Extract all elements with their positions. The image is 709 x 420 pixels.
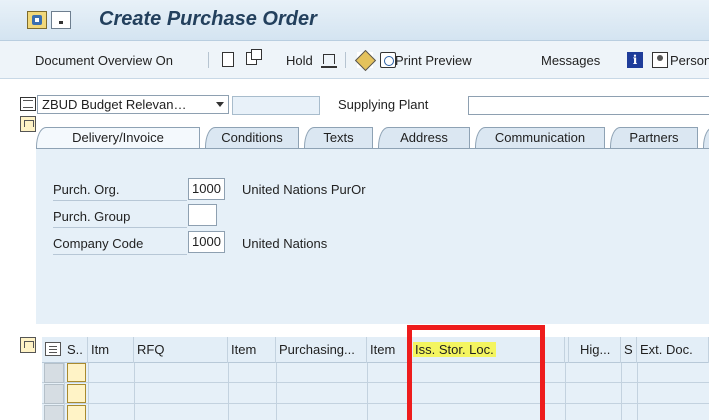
personal-settings-icon[interactable] [652,52,668,68]
toolbar-separator [208,52,209,68]
column-header-po-item[interactable]: Item [367,337,410,363]
column-header-status[interactable]: S.. [64,337,88,363]
cart-icon [20,97,36,111]
table-row[interactable] [67,405,86,420]
column-divider [621,363,622,420]
print-preview-icon[interactable] [380,52,396,68]
row-selector[interactable] [44,363,64,383]
column-header-blank[interactable] [565,337,569,363]
tab-address[interactable]: Address [378,127,470,148]
tab-more[interactable] [703,127,709,148]
other-document-icon[interactable] [246,49,262,65]
purch-group-label: Purch. Group [53,209,131,224]
column-header-iss-stor-loc[interactable]: Iss. Stor. Loc. [410,337,565,363]
supplying-plant-field[interactable] [468,96,709,115]
label-divider [53,254,187,255]
document-type-select[interactable]: ZBUD Budget Relevan… [37,95,229,114]
highlighted-column-label: Iss. Stor. Loc. [413,342,496,357]
table-row[interactable] [67,384,86,403]
table-row[interactable] [67,363,86,382]
row-selector[interactable] [44,384,64,404]
label-divider [53,227,187,228]
page-title: Create Purchase Order [99,8,317,30]
purch-org-label: Purch. Org. [53,182,120,197]
table-body [42,363,709,420]
chevron-down-icon[interactable] [216,102,224,107]
column-header-itm[interactable]: Itm [88,337,134,363]
column-header-s[interactable]: S [621,337,637,363]
system-menu-icon[interactable] [27,11,47,29]
column-divider [228,363,229,420]
document-overview-button[interactable]: Document Overview On [35,53,173,68]
tab-delivery-invoice[interactable]: Delivery/Invoice [36,127,200,148]
column-divider [88,363,89,420]
company-code-field[interactable]: 1000 [188,231,225,253]
messages-button[interactable]: Messages [541,53,600,68]
title-bar: Create Purchase Order [0,0,709,41]
purch-org-field[interactable]: 1000 [188,178,225,200]
label-divider [53,200,187,201]
supplying-plant-label: Supplying Plant [338,97,429,112]
hold-button[interactable]: Hold [286,53,313,68]
new-document-icon[interactable] [222,52,234,67]
tab-communication[interactable]: Communication [475,127,605,148]
info-icon[interactable]: i [627,52,643,68]
column-header-rfq-item[interactable]: Item [228,337,276,363]
header-expand-icon[interactable] [20,116,36,132]
company-code-label: Company Code [53,236,144,251]
row-selector[interactable] [44,405,64,420]
column-header-ext-doc[interactable]: Ext. Doc. [637,337,709,363]
column-header-hig[interactable]: Hig... [577,337,621,363]
column-header-rfq[interactable]: RFQ [134,337,228,363]
column-divider [367,363,368,420]
row-divider [42,382,709,383]
tab-partners[interactable]: Partners [610,127,698,148]
menu-dropdown-button[interactable] [51,11,71,29]
check-icon[interactable] [357,52,373,68]
table-settings-icon[interactable] [45,342,61,356]
purch-org-description: United Nations PurOr [242,182,366,197]
toolbar-separator [345,52,346,68]
application-toolbar: Document Overview On Hold Print Preview … [0,41,709,79]
column-divider [410,363,411,420]
column-divider [134,363,135,420]
document-type-value: ZBUD Budget Relevan… [42,97,187,112]
park-icon[interactable] [321,52,337,68]
column-divider [565,363,566,420]
tab-texts[interactable]: Texts [304,127,373,148]
tab-conditions[interactable]: Conditions [205,127,299,148]
org-data-panel: Purch. Org. 1000 United Nations PurOr Pu… [36,148,709,324]
personal-settings-button[interactable]: Person [670,53,709,68]
item-overview-expand-icon[interactable] [20,337,36,353]
print-preview-button[interactable]: Print Preview [395,53,472,68]
column-divider [64,363,65,420]
company-code-description: United Nations [242,236,328,251]
column-divider [637,363,638,420]
column-divider [276,363,277,420]
item-table: S.. Itm RFQ Item Purchasing... Item Iss.… [42,337,709,420]
table-header: S.. Itm RFQ Item Purchasing... Item Iss.… [42,337,709,363]
po-number-field[interactable] [232,96,320,115]
column-header-purchasing-doc[interactable]: Purchasing... [276,337,367,363]
purch-group-field[interactable] [188,204,217,226]
header-tabstrip: Delivery/Invoice Conditions Texts Addres… [36,127,709,148]
row-divider [42,403,709,404]
